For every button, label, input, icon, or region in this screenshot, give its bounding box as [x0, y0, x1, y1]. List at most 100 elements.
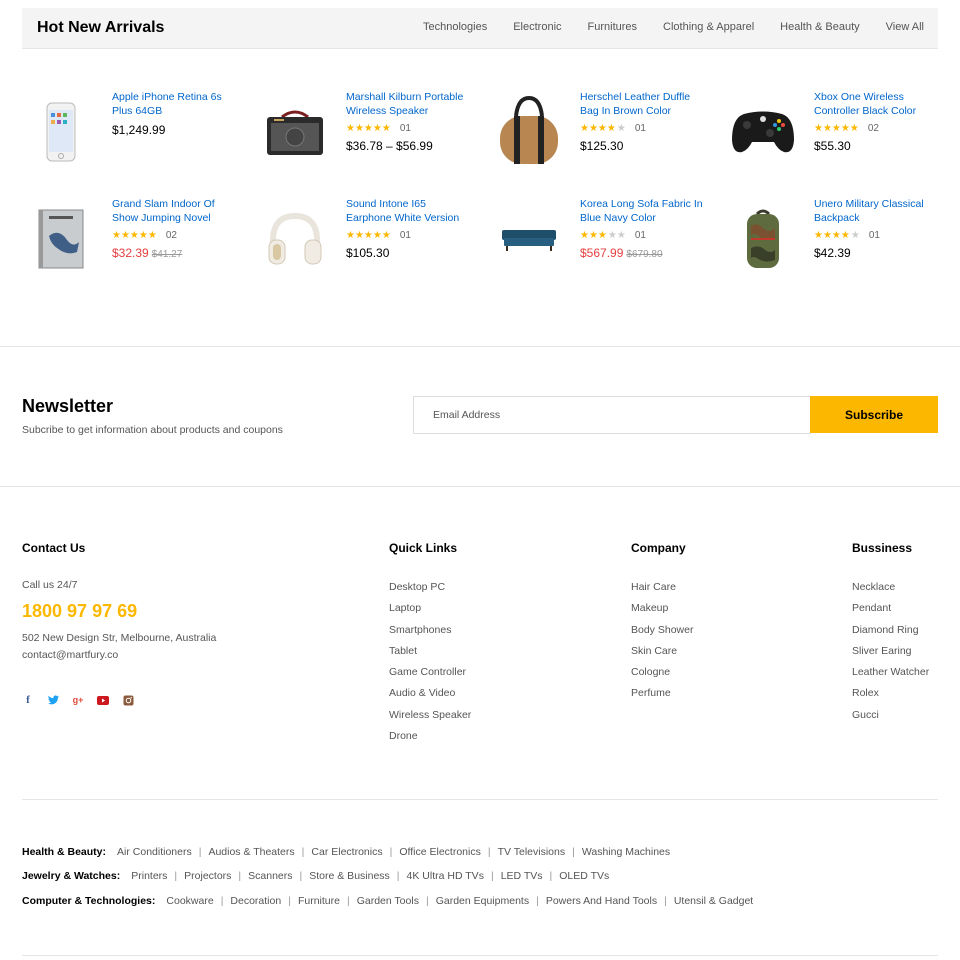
- footer-link[interactable]: Tablet: [389, 644, 471, 665]
- divider: [0, 346, 960, 347]
- footer-link[interactable]: Pendant: [852, 601, 929, 622]
- footer-link[interactable]: Body Shower: [631, 623, 693, 644]
- category-link[interactable]: OLED TVs: [559, 870, 609, 882]
- instagram-icon[interactable]: [122, 694, 134, 706]
- email-address[interactable]: contact@martfury.co: [22, 649, 118, 661]
- separator: |: [174, 870, 178, 882]
- product-rating: ★★★★★ 01: [580, 230, 706, 241]
- youtube-icon[interactable]: [97, 694, 109, 706]
- product-price: $36.78 – $56.99: [346, 139, 433, 153]
- category-link[interactable]: Printers: [131, 870, 167, 882]
- tab-clothing-apparel[interactable]: Clothing & Apparel: [663, 21, 754, 33]
- category-link[interactable]: Washing Machines: [582, 846, 670, 858]
- subscribe-button[interactable]: Subscribe: [810, 396, 938, 433]
- product-price: $42.39: [814, 246, 851, 260]
- tab-technologies[interactable]: Technologies: [423, 21, 487, 33]
- separator: |: [536, 895, 539, 907]
- footer-link[interactable]: Makeup: [631, 601, 693, 622]
- separator: |: [346, 895, 350, 907]
- footer-link[interactable]: Desktop PC: [389, 580, 471, 601]
- category-link[interactable]: Powers And Hand Tools: [546, 895, 657, 907]
- speaker-image[interactable]: [256, 91, 334, 173]
- tab-view-all[interactable]: View All: [886, 21, 924, 33]
- footer-link[interactable]: Hair Care: [631, 580, 693, 601]
- category-link[interactable]: LED TVs: [501, 870, 543, 882]
- category-link[interactable]: Garden Tools: [357, 895, 419, 907]
- category-link[interactable]: TV Televisions: [498, 846, 566, 858]
- category-link[interactable]: Office Electronics: [399, 846, 481, 858]
- category-link[interactable]: Audios & Theaters: [208, 846, 294, 858]
- footer-link[interactable]: Rolex: [852, 686, 929, 707]
- product-card: Marshall Kilburn Portable Wireless Speak…: [256, 91, 466, 187]
- google-plus-icon[interactable]: g+: [72, 694, 84, 706]
- separator: |: [490, 870, 494, 882]
- book-image[interactable]: [22, 198, 100, 280]
- category-link[interactable]: Garden Equipments: [436, 895, 529, 907]
- footer-link[interactable]: Perfume: [631, 686, 693, 707]
- category-link[interactable]: Air Conditioners: [117, 846, 192, 858]
- duffle-bag-image[interactable]: [490, 91, 568, 173]
- footer-link[interactable]: Leather Watcher: [852, 665, 929, 686]
- category-link[interactable]: Decoration: [230, 895, 281, 907]
- product-card: Grand Slam Indoor Of Show Jumping Novel …: [22, 198, 232, 294]
- footer-link[interactable]: Laptop: [389, 601, 471, 622]
- product-card: Herschel Leather Duffle Bag In Brown Col…: [490, 91, 700, 187]
- review-count: 01: [399, 230, 411, 241]
- footer-link[interactable]: Diamond Ring: [852, 623, 929, 644]
- tab-health-beauty[interactable]: Health & Beauty: [780, 21, 860, 33]
- product-name[interactable]: Unero Military Classical Backpack: [814, 198, 940, 225]
- review-count: 01: [868, 230, 880, 241]
- category-link[interactable]: Furniture: [298, 895, 340, 907]
- footer-link[interactable]: Wireless Speaker: [389, 708, 471, 729]
- category-link[interactable]: Car Electronics: [311, 846, 382, 858]
- email-input[interactable]: [413, 396, 811, 434]
- product-price: $55.30: [814, 139, 851, 153]
- footer-link[interactable]: Game Controller: [389, 665, 471, 686]
- footer-link[interactable]: Cologne: [631, 665, 693, 686]
- separator: |: [389, 846, 393, 858]
- product-name[interactable]: Grand Slam Indoor Of Show Jumping Novel: [112, 198, 238, 225]
- footer-link[interactable]: Necklace: [852, 580, 929, 601]
- backpack-image[interactable]: [724, 198, 802, 280]
- product-name[interactable]: Sound Intone I65 Earphone White Version: [346, 198, 472, 225]
- review-count: 02: [867, 123, 879, 134]
- category-link[interactable]: Projectors: [184, 870, 231, 882]
- footer-link[interactable]: Sliver Earing: [852, 644, 929, 665]
- footer-link[interactable]: Skin Care: [631, 644, 693, 665]
- product-rating: ★★★★★ 01: [814, 230, 940, 241]
- facebook-icon[interactable]: f: [22, 694, 34, 706]
- separator: |: [549, 870, 553, 882]
- category-tabs: Technologies Electronic Furnitures Cloth…: [423, 21, 924, 33]
- product-price: $1,249.99: [112, 123, 166, 137]
- footer-link[interactable]: Gucci: [852, 708, 929, 729]
- product-rating: ★★★★★ 02: [814, 123, 940, 134]
- category-link[interactable]: Scanners: [248, 870, 292, 882]
- headphones-image[interactable]: [256, 198, 334, 280]
- tab-electronic[interactable]: Electronic: [513, 21, 561, 33]
- product-name[interactable]: Xbox One Wireless Controller Black Color: [814, 91, 940, 118]
- product-rating: ★★★★★ 01: [580, 123, 706, 134]
- game-controller-image[interactable]: [724, 91, 802, 173]
- footer-link[interactable]: Smartphones: [389, 623, 471, 644]
- category-link[interactable]: 4K Ultra HD TVs: [407, 870, 484, 882]
- sofa-image[interactable]: [490, 198, 568, 280]
- product-name[interactable]: Herschel Leather Duffle Bag In Brown Col…: [580, 91, 706, 118]
- tab-furnitures[interactable]: Furnitures: [588, 21, 638, 33]
- category-link[interactable]: Store & Business: [309, 870, 390, 882]
- review-count: 01: [634, 230, 646, 241]
- review-count: 02: [165, 230, 177, 241]
- phone-number[interactable]: 1800 97 97 69: [22, 601, 137, 622]
- footer-link[interactable]: Drone: [389, 729, 471, 750]
- section-title: Hot New Arrivals: [37, 19, 165, 36]
- product-name[interactable]: Marshall Kilburn Portable Wireless Speak…: [346, 91, 472, 118]
- product-name[interactable]: Apple iPhone Retina 6s Plus 64GB: [112, 91, 238, 118]
- footer-link[interactable]: Audio & Video: [389, 686, 471, 707]
- twitter-icon[interactable]: [47, 694, 59, 706]
- category-label: Jewelry & Watches:: [22, 870, 121, 882]
- category-link[interactable]: Utensil & Gadget: [674, 895, 753, 907]
- product-card: Apple iPhone Retina 6s Plus 64GB $1,249.…: [22, 91, 232, 187]
- business-title: Bussiness: [852, 541, 913, 555]
- category-link[interactable]: Cookware: [166, 895, 213, 907]
- product-name[interactable]: Korea Long Sofa Fabric In Blue Navy Colo…: [580, 198, 706, 225]
- smartphone-image[interactable]: [22, 91, 100, 173]
